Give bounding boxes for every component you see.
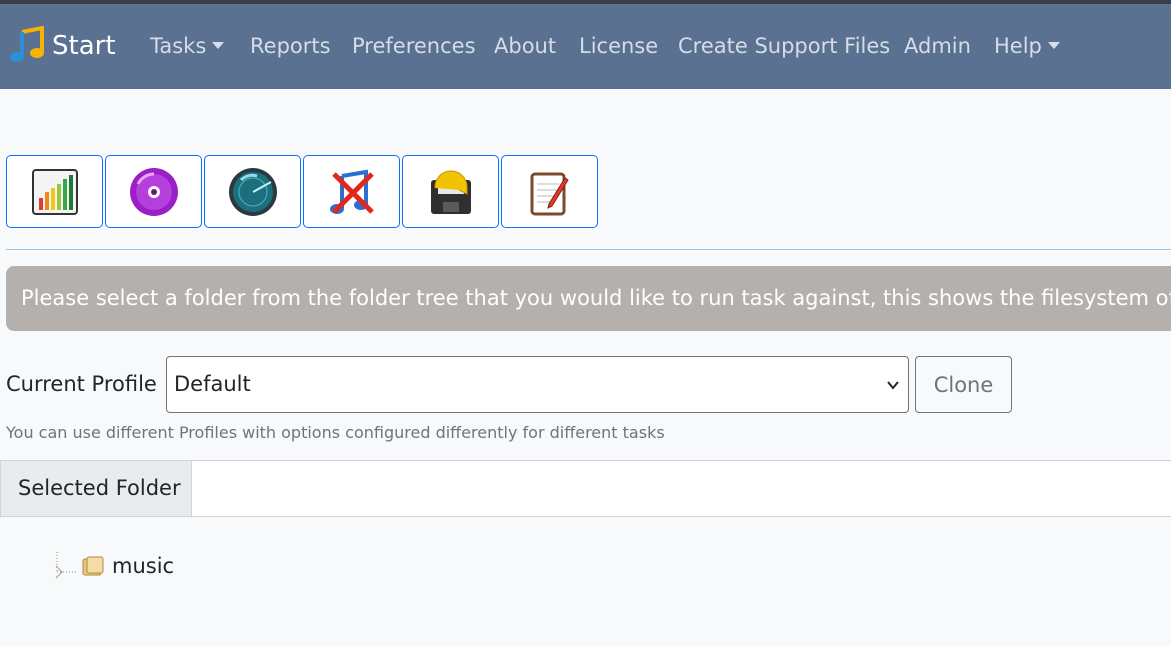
folder-icon	[82, 556, 104, 576]
nav-admin[interactable]: Admin	[904, 34, 971, 58]
nav-tasks-label: Tasks	[150, 34, 207, 58]
selected-folder-group: Selected Folder	[0, 460, 1171, 517]
disc-button[interactable]	[105, 155, 202, 228]
brand-label: Start	[52, 31, 116, 61]
current-profile-label: Current Profile	[6, 372, 157, 396]
nav-create-support-files[interactable]: Create Support Files	[678, 34, 890, 58]
bar-chart-icon	[31, 168, 78, 215]
selected-folder-label: Selected Folder	[1, 461, 192, 516]
notepad-edit-icon	[530, 172, 569, 215]
selected-folder-input[interactable]	[193, 461, 1171, 516]
delete-music-button[interactable]	[303, 155, 400, 228]
instruction-alert: Please select a folder from the folder t…	[6, 266, 1171, 331]
nav-help-label: Help	[994, 34, 1042, 58]
nav-tasks[interactable]: Tasks	[150, 34, 225, 58]
nav-reports[interactable]: Reports	[250, 34, 331, 58]
top-navbar: Start Tasks Reports Preferences About Li…	[0, 0, 1171, 89]
radar-icon	[228, 167, 277, 216]
profile-help-text: You can use different Profiles with opti…	[6, 423, 665, 442]
undo-save-icon	[430, 170, 471, 214]
dropdown-caret-icon	[1047, 42, 1060, 49]
nav-preferences[interactable]: Preferences	[352, 34, 476, 58]
nav-about[interactable]: About	[494, 34, 556, 58]
tree-node-music[interactable]: music	[54, 552, 174, 580]
dropdown-caret-icon	[212, 42, 225, 49]
tree-node-label: music	[112, 554, 175, 578]
nav-license[interactable]: License	[579, 34, 658, 58]
remove-music-icon	[329, 169, 374, 214]
profile-selected-value: Default	[174, 372, 251, 396]
radar-button[interactable]	[204, 155, 301, 228]
clone-button[interactable]: Clone	[915, 356, 1012, 413]
profile-select[interactable]: Default	[166, 356, 909, 413]
divider	[6, 249, 1171, 250]
nav-help[interactable]: Help	[994, 34, 1060, 58]
tree-expander-icon	[55, 552, 78, 579]
chevron-down-icon	[887, 381, 899, 390]
purple-disc-icon	[129, 167, 178, 216]
undo-save-button[interactable]	[402, 155, 499, 228]
notepad-button[interactable]	[501, 155, 598, 228]
alert-text: Please select a folder from the folder t…	[21, 286, 1171, 310]
brand-link[interactable]: Start	[8, 26, 116, 66]
music-note-logo-icon	[10, 26, 44, 62]
report-chart-button[interactable]	[6, 155, 103, 228]
